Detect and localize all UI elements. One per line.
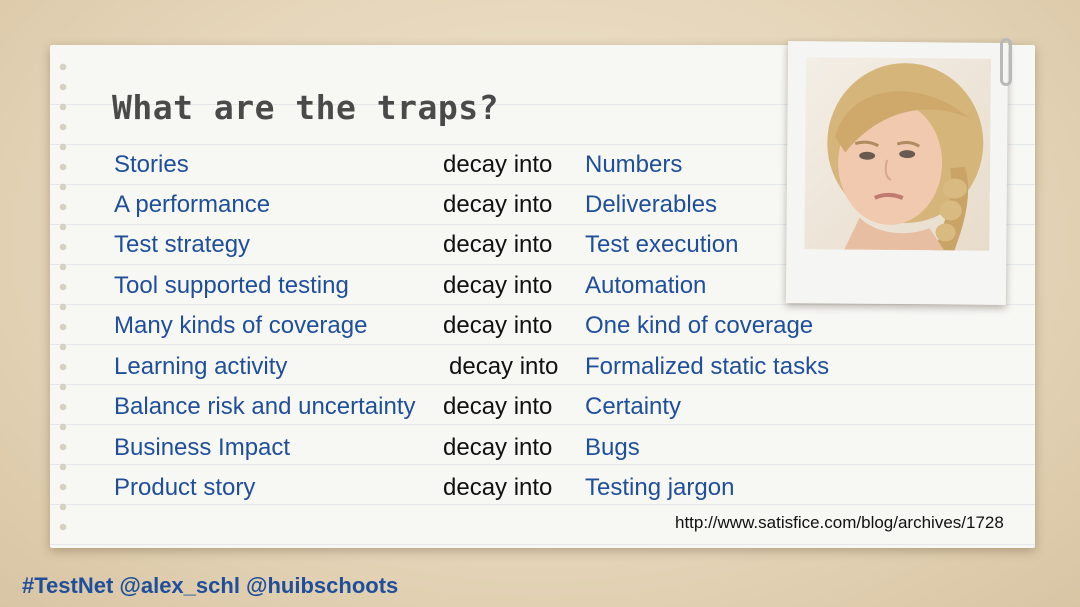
source-url: http://www.satisfice.com/blog/archives/1… [675, 513, 1004, 532]
footer-hashtags: #TestNet @alex_schl @huibschoots [22, 573, 399, 598]
trap-row: Balance risk and uncertainty decay into … [0, 387, 900, 427]
decay-label: decay into [443, 151, 553, 178]
trap-result: Formalized static tasks [585, 353, 830, 380]
decay-label: decay into [443, 312, 553, 339]
slide-title: What are the traps? [112, 88, 499, 127]
trap-source: Tool supported testing [114, 272, 349, 299]
trap-source: Business Impact [114, 434, 291, 461]
trap-source: Test strategy [114, 231, 251, 258]
trap-source: Many kinds of coverage [114, 312, 368, 339]
trap-source: A performance [114, 191, 271, 218]
trap-result: Numbers [585, 151, 683, 178]
trap-row: Stories decay into Numbers [0, 145, 900, 185]
trap-row: Product story decay into Testing jargon [0, 468, 900, 508]
decay-label: decay into [443, 272, 553, 299]
trap-source: Product story [114, 474, 256, 501]
trap-row: Many kinds of coverage decay into One ki… [0, 306, 900, 346]
trap-result: Bugs [585, 434, 640, 461]
trap-row: A performance decay into Deliverables [0, 185, 900, 225]
trap-row: Business Impact decay into Bugs [0, 428, 900, 468]
decay-label: decay into [443, 393, 553, 420]
decay-label: decay into [443, 434, 553, 461]
trap-result: Testing jargon [585, 474, 735, 501]
trap-source: Stories [114, 151, 189, 178]
trap-result: Automation [585, 272, 707, 299]
decay-label: decay into [449, 353, 559, 380]
trap-result: Certainty [585, 393, 682, 420]
trap-result: Test execution [585, 231, 739, 258]
trap-source: Learning activity [114, 353, 288, 380]
paper-clip-icon [1000, 38, 1012, 86]
trap-source: Balance risk and uncertainty [114, 393, 416, 420]
trap-row: Learning activity decay into Formalized … [0, 347, 900, 387]
decay-label: decay into [443, 191, 553, 218]
decay-label: decay into [443, 474, 553, 501]
trap-row: Test strategy decay into Test execution [0, 225, 900, 265]
trap-row: Tool supported testing decay into Automa… [0, 266, 900, 306]
decay-label: decay into [443, 231, 553, 258]
trap-result: Deliverables [585, 191, 718, 218]
trap-result: One kind of coverage [585, 312, 814, 339]
